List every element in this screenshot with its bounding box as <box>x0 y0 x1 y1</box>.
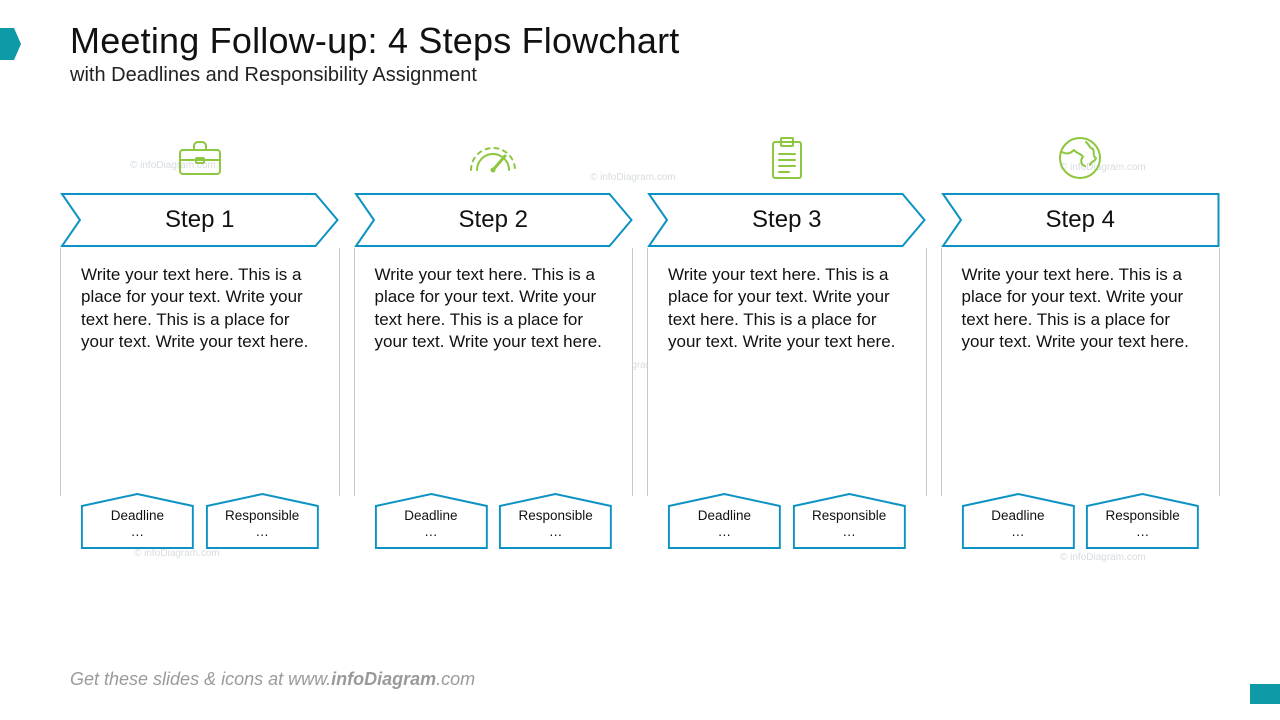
responsible-tag: Responsible… <box>498 492 613 550</box>
step-4: Step 4 Write your text here. This is a p… <box>941 128 1221 550</box>
step-header: Step 4 <box>941 192 1221 248</box>
step-body: Write your text here. This is a place fo… <box>354 248 634 496</box>
accent-left <box>0 28 14 60</box>
tags-row: Deadline… Responsible… <box>647 492 927 550</box>
tags-row: Deadline… Responsible… <box>60 492 340 550</box>
slide-subtitle: with Deadlines and Responsibility Assign… <box>70 64 679 87</box>
clipboard-icon <box>647 128 927 188</box>
deadline-label: Deadline… <box>961 492 1076 550</box>
step-label: Step 1 <box>60 192 340 248</box>
step-header: Step 1 <box>60 192 340 248</box>
deadline-label: Deadline… <box>667 492 782 550</box>
deadline-tag: Deadline… <box>667 492 782 550</box>
step-2: Step 2 Write your text here. This is a p… <box>354 128 634 550</box>
responsible-label: Responsible… <box>1085 492 1200 550</box>
step-header: Step 3 <box>647 192 927 248</box>
step-header: Step 2 <box>354 192 634 248</box>
slide-title: Meeting Follow-up: 4 Steps Flowchart <box>70 20 679 62</box>
step-body: Write your text here. This is a place fo… <box>941 248 1221 496</box>
tags-row: Deadline… Responsible… <box>354 492 634 550</box>
step-body-text: Write your text here. This is a place fo… <box>668 264 908 354</box>
responsible-label: Responsible… <box>792 492 907 550</box>
watermark: © infoDiagram.com <box>1060 552 1146 563</box>
globe-icon <box>941 128 1221 188</box>
deadline-tag: Deadline… <box>961 492 1076 550</box>
responsible-tag: Responsible… <box>205 492 320 550</box>
briefcase-icon <box>60 128 340 188</box>
footer-text: Get these slides & icons at www.infoDiag… <box>70 669 475 690</box>
step-label: Step 3 <box>647 192 927 248</box>
responsible-label: Responsible… <box>498 492 613 550</box>
step-body: Write your text here. This is a place fo… <box>647 248 927 496</box>
deadline-tag: Deadline… <box>374 492 489 550</box>
steps-container: Step 1 Write your text here. This is a p… <box>60 128 1220 550</box>
step-1: Step 1 Write your text here. This is a p… <box>60 128 340 550</box>
step-label: Step 2 <box>354 192 634 248</box>
deadline-label: Deadline… <box>374 492 489 550</box>
responsible-label: Responsible… <box>205 492 320 550</box>
step-3: Step 3 Write your text here. This is a p… <box>647 128 927 550</box>
footer-brand: infoDiagram <box>331 669 436 689</box>
gauge-icon <box>354 128 634 188</box>
step-body-text: Write your text here. This is a place fo… <box>81 264 321 354</box>
deadline-label: Deadline… <box>80 492 195 550</box>
accent-right <box>1250 684 1280 704</box>
footer-prefix: Get these slides & icons at www. <box>70 669 331 689</box>
tags-row: Deadline… Responsible… <box>941 492 1221 550</box>
deadline-tag: Deadline… <box>80 492 195 550</box>
step-body-text: Write your text here. This is a place fo… <box>962 264 1202 354</box>
responsible-tag: Responsible… <box>1085 492 1200 550</box>
step-body: Write your text here. This is a place fo… <box>60 248 340 496</box>
step-label: Step 4 <box>941 192 1221 248</box>
step-body-text: Write your text here. This is a place fo… <box>375 264 615 354</box>
title-block: Meeting Follow-up: 4 Steps Flowchart wit… <box>70 20 679 87</box>
responsible-tag: Responsible… <box>792 492 907 550</box>
footer-suffix: .com <box>436 669 475 689</box>
slide: Meeting Follow-up: 4 Steps Flowchart wit… <box>0 0 1280 720</box>
